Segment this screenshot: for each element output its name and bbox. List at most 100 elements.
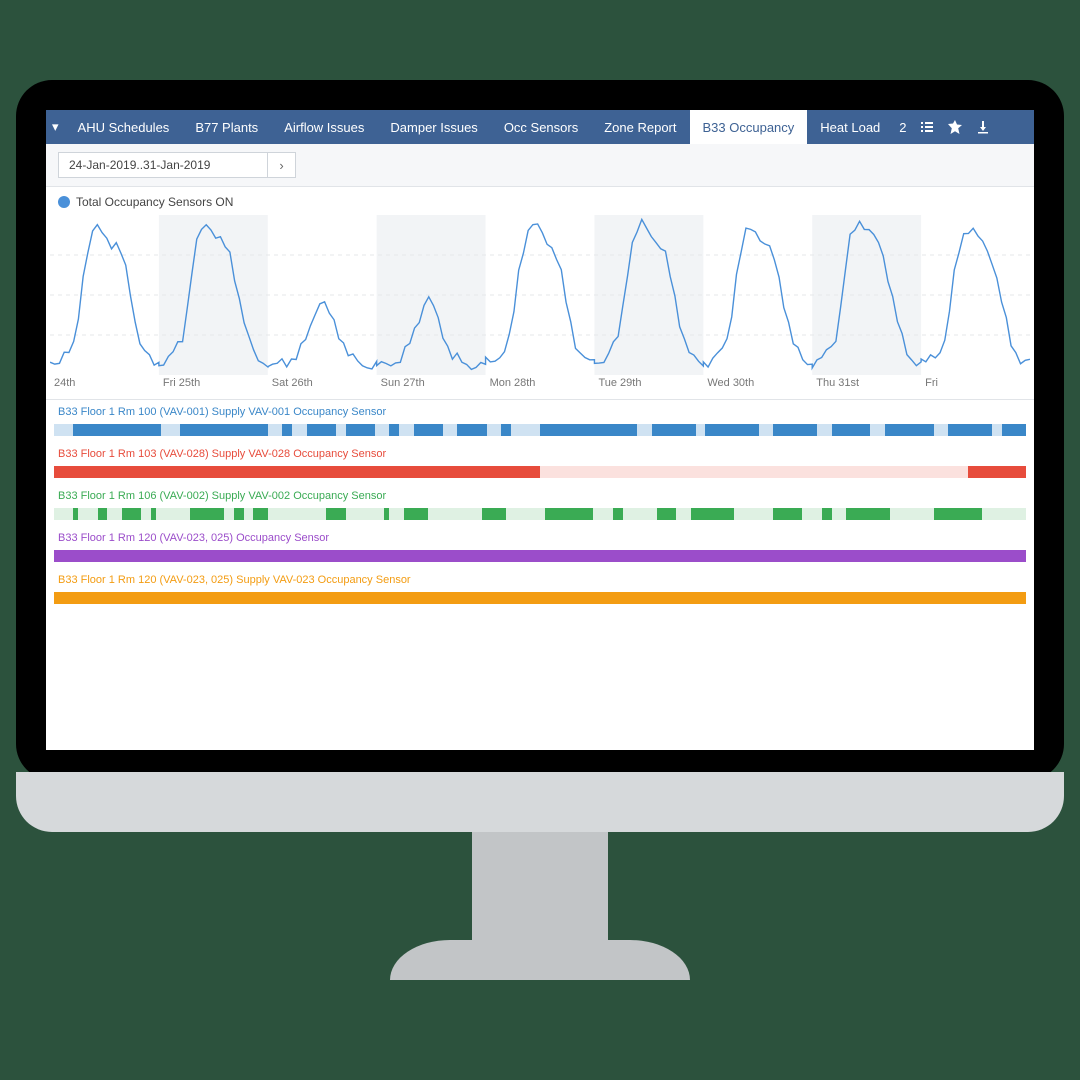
lane-segment <box>482 508 506 520</box>
lane-segment <box>234 508 244 520</box>
lane-segment <box>501 424 511 436</box>
x-tick: Fri <box>921 377 1030 389</box>
lane-segment <box>326 508 345 520</box>
lane-segment <box>307 424 336 436</box>
lane-track <box>54 466 1026 478</box>
tab-label: Damper Issues <box>390 120 477 135</box>
lane-segment <box>346 424 375 436</box>
tab-ahu-schedules[interactable]: AHU Schedules <box>65 110 183 144</box>
lane-label: B33 Floor 1 Rm 100 (VAV-001) Supply VAV-… <box>58 406 386 418</box>
lane-segment <box>832 424 871 436</box>
tab-download-button[interactable] <box>969 110 997 144</box>
tab-zone-report[interactable]: Zone Report <box>591 110 689 144</box>
tab-label: B77 Plants <box>195 120 258 135</box>
lane-segment <box>404 508 428 520</box>
lane-segment <box>948 424 992 436</box>
lane-segment <box>540 424 637 436</box>
lane-segment <box>122 508 141 520</box>
nav-tabs: ▾ AHU Schedules B77 Plants Airflow Issue… <box>46 110 1034 144</box>
chevron-right-icon: › <box>279 158 283 173</box>
lane-segment <box>613 508 623 520</box>
lane-track <box>54 508 1026 520</box>
tab-label: Airflow Issues <box>284 120 364 135</box>
x-tick: Thu 31st <box>812 377 921 389</box>
tab-damper-issues[interactable]: Damper Issues <box>377 110 490 144</box>
date-range-text: 24-Jan-2019..31-Jan-2019 <box>69 158 210 172</box>
lane-segment <box>253 508 268 520</box>
sensor-lane[interactable]: B33 Floor 1 Rm 100 (VAV-001) Supply VAV-… <box>50 406 1030 436</box>
lane-segment <box>389 424 399 436</box>
lane-segment <box>414 424 443 436</box>
star-icon <box>947 119 963 135</box>
tab-label: Heat Load <box>820 120 880 135</box>
tab-b33-occupancy[interactable]: B33 Occupancy <box>690 110 808 144</box>
lane-segment <box>657 508 676 520</box>
tab-overflow-count[interactable]: 2 <box>893 110 912 144</box>
download-icon <box>975 119 991 135</box>
date-next-button[interactable]: › <box>268 152 296 178</box>
overflow-label: 2 <box>899 120 906 135</box>
monitor-foot <box>390 940 690 980</box>
chevron-down-icon: ▾ <box>52 119 59 135</box>
x-tick: Sun 27th <box>377 377 486 389</box>
chart-canvas[interactable] <box>50 215 1030 375</box>
lane-segment <box>934 508 983 520</box>
lane-label: B33 Floor 1 Rm 120 (VAV-023, 025) Supply… <box>58 574 411 586</box>
chart-legend: Total Occupancy Sensors ON <box>50 193 1030 215</box>
tab-airflow-issues[interactable]: Airflow Issues <box>271 110 377 144</box>
sensor-lane[interactable]: B33 Floor 1 Rm 103 (VAV-028) Supply VAV-… <box>50 448 1030 478</box>
lane-segment <box>457 424 486 436</box>
sensor-lane[interactable]: B33 Floor 1 Rm 106 (VAV-002) Supply VAV-… <box>50 490 1030 520</box>
lane-segment <box>282 424 292 436</box>
legend-swatch <box>58 196 70 208</box>
monitor-frame: ▾ AHU Schedules B77 Plants Airflow Issue… <box>16 80 1064 780</box>
tab-occ-sensors[interactable]: Occ Sensors <box>491 110 591 144</box>
lane-track <box>54 592 1026 604</box>
lane-track <box>54 550 1026 562</box>
lane-segment <box>180 424 267 436</box>
date-range-input[interactable]: 24-Jan-2019..31-Jan-2019 <box>58 152 268 178</box>
sensor-lane[interactable]: B33 Floor 1 Rm 120 (VAV-023, 025) Occupa… <box>50 532 1030 562</box>
lane-segment <box>73 508 78 520</box>
lane-segment <box>98 508 108 520</box>
lane-segment <box>54 466 540 478</box>
x-tick: Fri 25th <box>159 377 268 389</box>
chart-x-axis: 24thFri 25thSat 26thSun 27thMon 28thTue … <box>50 375 1030 397</box>
x-tick: 24th <box>50 377 159 389</box>
lane-track <box>54 424 1026 436</box>
tab-heat-load[interactable]: Heat Load <box>807 110 893 144</box>
tab-label: B33 Occupancy <box>703 120 795 135</box>
tab-label: Occ Sensors <box>504 120 578 135</box>
lane-segment <box>705 424 758 436</box>
tab-label: Zone Report <box>604 120 676 135</box>
tab-b77-plants[interactable]: B77 Plants <box>182 110 271 144</box>
list-icon <box>919 119 935 135</box>
lane-label: B33 Floor 1 Rm 103 (VAV-028) Supply VAV-… <box>58 448 386 460</box>
lane-segment <box>54 550 1026 562</box>
tab-list-button[interactable] <box>913 110 941 144</box>
lane-segment <box>54 592 1026 604</box>
x-tick: Tue 29th <box>594 377 703 389</box>
x-tick: Wed 30th <box>703 377 812 389</box>
date-toolbar: 24-Jan-2019..31-Jan-2019 › <box>46 144 1034 187</box>
lane-segment <box>73 424 160 436</box>
lane-segment <box>1002 424 1026 436</box>
tab-label: AHU Schedules <box>78 120 170 135</box>
x-tick: Mon 28th <box>486 377 595 389</box>
lane-label: B33 Floor 1 Rm 106 (VAV-002) Supply VAV-… <box>58 490 386 502</box>
lane-segment <box>773 508 802 520</box>
screen-content: ▾ AHU Schedules B77 Plants Airflow Issue… <box>46 110 1034 750</box>
lane-segment <box>545 508 594 520</box>
monitor-base <box>16 772 1064 832</box>
sensor-lanes: B33 Floor 1 Rm 100 (VAV-001) Supply VAV-… <box>46 400 1034 622</box>
lane-segment <box>384 508 389 520</box>
legend-label: Total Occupancy Sensors ON <box>76 195 233 209</box>
sensor-lane[interactable]: B33 Floor 1 Rm 120 (VAV-023, 025) Supply… <box>50 574 1030 604</box>
lane-segment <box>151 508 156 520</box>
tab-favorite-button[interactable] <box>941 110 969 144</box>
monitor-neck <box>472 832 608 952</box>
lane-label: B33 Floor 1 Rm 120 (VAV-023, 025) Occupa… <box>58 532 329 544</box>
lane-segment <box>885 424 934 436</box>
tab-dropdown[interactable]: ▾ <box>46 110 65 144</box>
lane-segment <box>652 424 696 436</box>
